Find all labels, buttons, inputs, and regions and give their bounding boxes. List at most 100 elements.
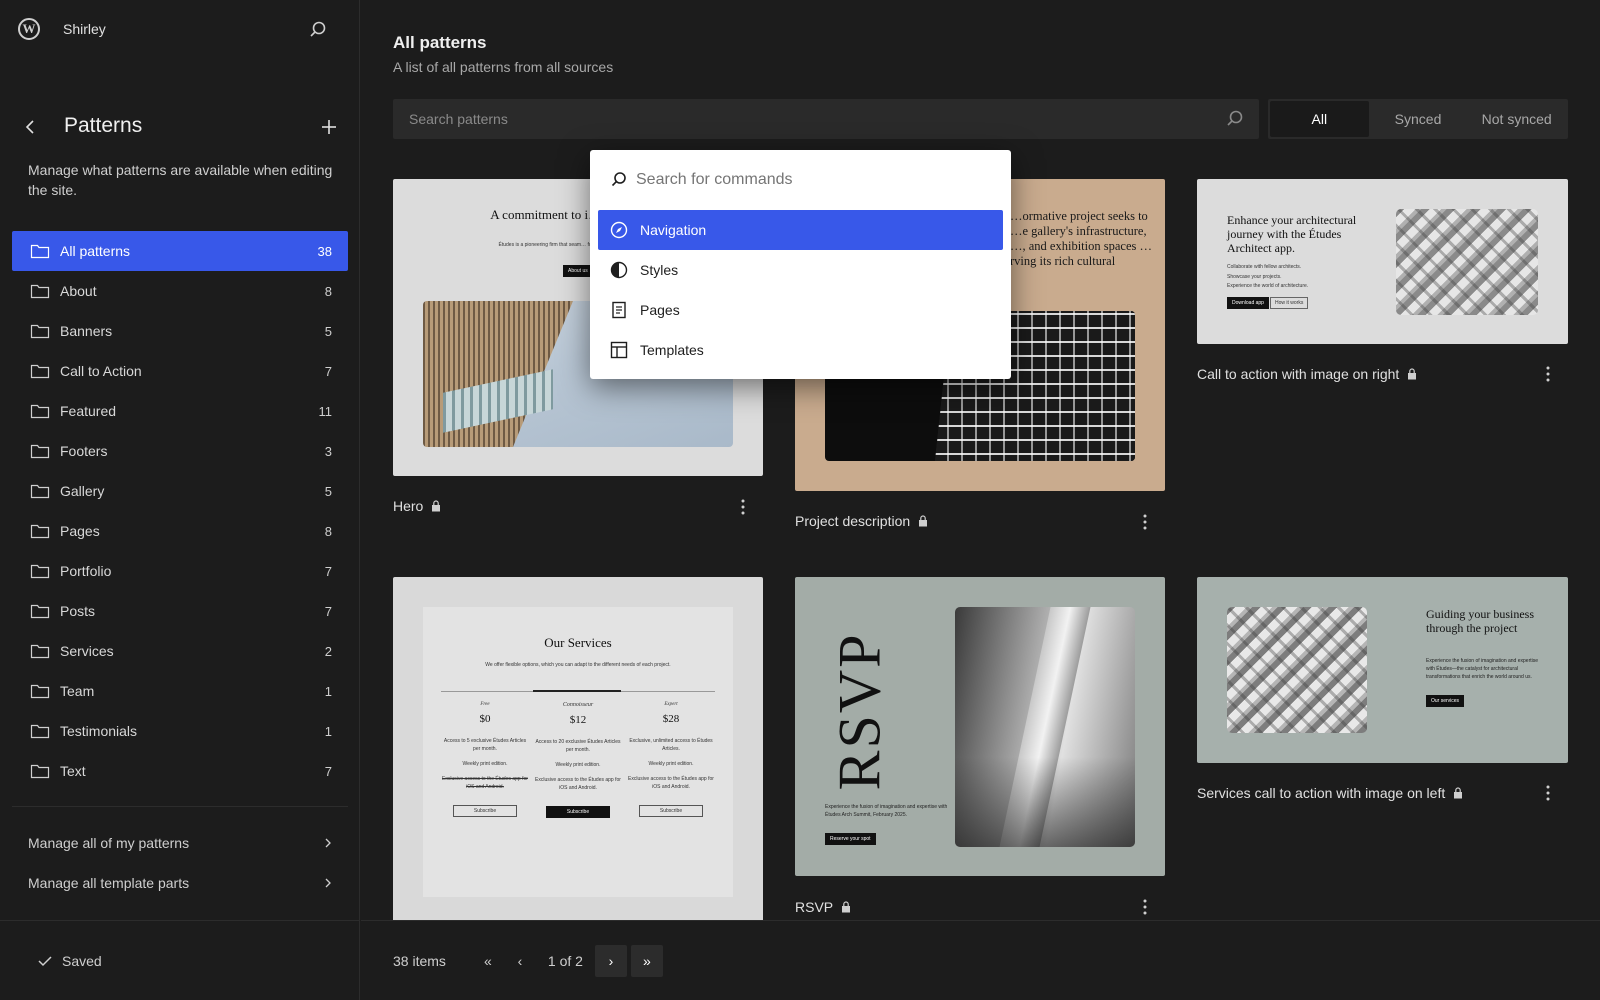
command-search-input[interactable] — [636, 162, 996, 198]
category-item-posts[interactable]: Posts 7 — [12, 591, 348, 631]
pattern-preview[interactable]: Guiding your business through the projec… — [1197, 577, 1568, 763]
next-page-button[interactable]: › — [594, 945, 627, 977]
folder-icon — [30, 764, 50, 779]
card-title: Call to action with image on right — [1197, 366, 1417, 382]
more-options-icon[interactable] — [1540, 783, 1556, 803]
tier-price: $28 — [662, 713, 680, 725]
services-cta-body: Experience the fusion of imagination and… — [1426, 658, 1539, 680]
pattern-preview[interactable]: Our Services We offer flexible options, … — [393, 577, 763, 920]
category-list: All patterns 38 About 8 Banners 5 Call to A… — [12, 231, 348, 791]
command-item-pages[interactable]: Pages — [598, 290, 1003, 330]
wordpress-logo-icon[interactable]: W — [18, 18, 40, 40]
filter-not-synced[interactable]: Not synced — [1467, 101, 1566, 137]
more-options-icon[interactable] — [1137, 512, 1153, 532]
pattern-search-input[interactable] — [393, 99, 1213, 139]
category-count: 7 — [324, 563, 332, 579]
category-item-team[interactable]: Team 1 — [12, 671, 348, 711]
folder-icon — [30, 284, 50, 299]
sidebar-description: Manage what patterns are available when … — [28, 162, 333, 198]
page-title: All patterns — [393, 33, 487, 52]
category-item-services[interactable]: Services 2 — [12, 631, 348, 671]
category-item-featured[interactable]: Featured 11 — [12, 391, 348, 431]
sidebar-footer: Saved — [0, 920, 360, 1000]
command-item-styles[interactable]: Styles — [598, 250, 1003, 290]
category-label: Banners — [60, 323, 113, 339]
tier-feature: Exclusive, unlimited access to Études Ar… — [629, 738, 713, 752]
category-item-footers[interactable]: Footers 3 — [12, 431, 348, 471]
lock-icon — [432, 500, 441, 512]
more-options-icon[interactable] — [1137, 897, 1153, 917]
category-label: All patterns — [60, 243, 131, 259]
chevron-right-icon — [325, 878, 331, 888]
folder-icon — [30, 484, 50, 499]
site-name[interactable]: Shirley — [63, 21, 106, 37]
category-item-call-to-action[interactable]: Call to Action 7 — [12, 351, 348, 391]
pagination: 38 items « ‹ 1 of 2 › » — [393, 945, 663, 977]
tier-name: Expert — [664, 702, 678, 707]
filter-all[interactable]: All — [1270, 101, 1369, 137]
manage-my-patterns-link[interactable]: Manage all of my patterns — [12, 823, 348, 863]
category-count: 8 — [324, 283, 332, 299]
folder-icon — [30, 684, 50, 699]
category-item-gallery[interactable]: Gallery 5 — [12, 471, 348, 511]
hero-button: About us — [563, 265, 593, 277]
services-panel: Our Services We offer flexible options, … — [423, 607, 733, 897]
services-heading: Our Services — [544, 635, 612, 650]
category-item-testimonials[interactable]: Testimonials 1 — [12, 711, 348, 751]
tier-feature: Weekly print edition. — [648, 761, 694, 767]
category-item-banners[interactable]: Banners 5 — [12, 311, 348, 351]
chevron-left-icon[interactable] — [20, 117, 40, 137]
pattern-card-services-cta[interactable]: Guiding your business through the projec… — [1197, 577, 1568, 807]
pattern-search — [393, 99, 1259, 139]
more-options-icon[interactable] — [735, 497, 751, 517]
tier-feature: Weekly print edition. — [462, 761, 508, 767]
lock-icon — [919, 515, 928, 527]
command-item-navigation[interactable]: Navigation — [598, 210, 1003, 250]
search-icon[interactable] — [308, 20, 328, 40]
more-options-icon[interactable] — [1540, 364, 1556, 384]
last-page-button[interactable]: » — [630, 945, 663, 977]
pattern-card-cta-image-right[interactable]: Enhance your architectural journey with … — [1197, 179, 1568, 389]
folder-icon — [30, 524, 50, 539]
command-search — [590, 150, 1011, 210]
cta-bullet: Showcase your projects. — [1227, 273, 1282, 280]
services-cta-image — [1227, 607, 1367, 733]
rsvp-body: Experience the fusion of imagination and… — [825, 804, 948, 818]
search-icon — [611, 172, 626, 187]
card-title: Services call to action with image on le… — [1197, 785, 1463, 801]
category-item-portfolio[interactable]: Portfolio 7 — [12, 551, 348, 591]
pattern-preview[interactable]: Enhance your architectural journey with … — [1197, 179, 1568, 344]
pricing-tier: Connoisseur $12 Access to 20 exclusive É… — [534, 702, 622, 818]
lock-icon — [842, 901, 851, 913]
tier-price: $0 — [479, 713, 491, 725]
plus-icon[interactable] — [318, 116, 340, 138]
check-icon — [38, 956, 52, 967]
command-item-templates[interactable]: Templates — [598, 330, 1003, 370]
pricing-tier: Free $0 Access to 5 exclusive Études Art… — [441, 702, 529, 817]
rsvp-image — [955, 607, 1135, 847]
manage-template-parts-link[interactable]: Manage all template parts — [12, 863, 348, 903]
pattern-card-rsvp[interactable]: RSVP Experience the fusion of imaginatio… — [795, 577, 1165, 920]
card-title-text: Services call to action with image on le… — [1197, 785, 1446, 801]
previous-page-button[interactable]: ‹ — [504, 945, 536, 977]
command-label: Navigation — [640, 222, 707, 238]
pattern-preview[interactable]: RSVP Experience the fusion of imaginatio… — [795, 577, 1165, 876]
layout-icon — [610, 341, 628, 359]
category-item-pages[interactable]: Pages 8 — [12, 511, 348, 551]
category-label: Team — [60, 683, 95, 699]
category-item-all-patterns[interactable]: All patterns 38 — [12, 231, 348, 271]
tier-feature: Access to 20 exclusive Études Articles p… — [535, 739, 621, 753]
category-item-text[interactable]: Text 7 — [12, 751, 348, 791]
tier-price: $12 — [569, 714, 587, 726]
filter-synced[interactable]: Synced — [1369, 101, 1468, 137]
lock-icon — [1454, 787, 1463, 799]
folder-icon — [30, 404, 50, 419]
folder-icon — [30, 244, 50, 259]
cta-secondary-button: How it works — [1270, 297, 1309, 309]
category-item-about[interactable]: About 8 — [12, 271, 348, 311]
first-page-button[interactable]: « — [472, 945, 504, 977]
card-title-text: Call to action with image on right — [1197, 366, 1400, 382]
link-label: Manage all template parts — [28, 875, 190, 891]
pattern-card-services-pricing[interactable]: Our Services We offer flexible options, … — [393, 577, 763, 920]
tier-feature: Access to 5 exclusive Études Articles pe… — [443, 738, 527, 752]
